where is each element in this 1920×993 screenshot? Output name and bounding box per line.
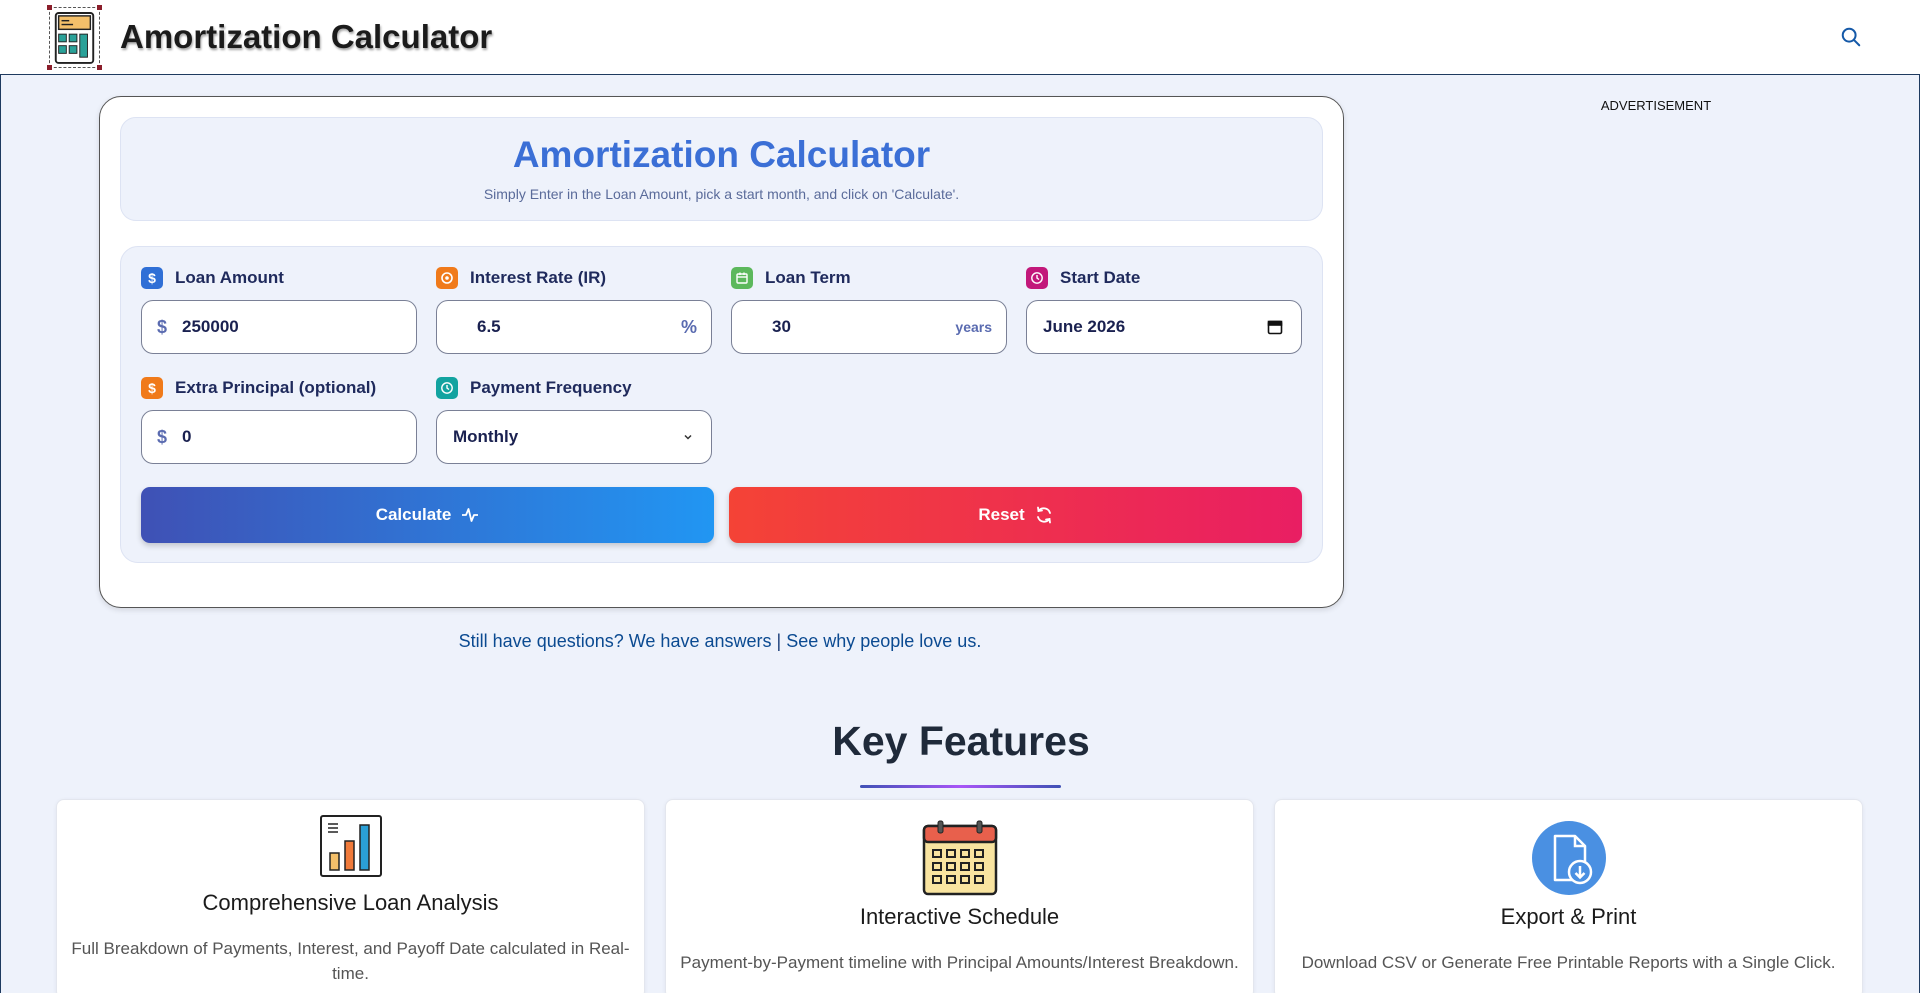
start-date-input[interactable]: June 2026 xyxy=(1026,300,1302,354)
extra-principal-value: 0 xyxy=(182,427,192,446)
percent-circle-icon xyxy=(436,267,458,289)
reset-button[interactable]: Reset xyxy=(729,487,1302,543)
feature-description: Payment-by-Payment timeline with Princip… xyxy=(680,953,1239,972)
questions-links: Still have questions? We have answers | … xyxy=(1,631,1439,652)
chevron-down-icon xyxy=(684,434,692,440)
bar-chart-icon xyxy=(319,815,382,877)
faq-link[interactable]: Still have questions? We have answers xyxy=(459,631,772,651)
calculator-logo-icon[interactable] xyxy=(47,5,102,70)
refresh-icon xyxy=(1036,506,1051,524)
feature-title: Comprehensive Loan Analysis xyxy=(202,890,499,915)
activity-icon xyxy=(462,508,479,522)
dollar-icon: $ xyxy=(141,267,163,289)
calculate-button[interactable]: Calculate xyxy=(141,487,714,543)
testimonials-link[interactable]: See why people love us. xyxy=(786,631,981,651)
feature-card-interactive-schedule: Interactive Schedule Payment-by-Payment … xyxy=(665,799,1254,993)
extra-principal-label: $ Extra Principal (optional) xyxy=(141,377,417,399)
advertisement-label: ADVERTISEMENT xyxy=(1600,98,1712,113)
feature-description: Full Breakdown of Payments, Interest, an… xyxy=(71,939,630,983)
interest-rate-input[interactable]: 6.5 % xyxy=(436,300,712,354)
payment-frequency-value: Monthly xyxy=(453,427,519,446)
calendar-icon xyxy=(922,820,997,896)
interest-rate-value: 6.5 xyxy=(477,317,501,336)
extra-principal-field: $ Extra Principal (optional) $ 0 xyxy=(141,377,417,464)
loan-term-input[interactable]: 30 years xyxy=(731,300,1007,354)
key-features-title: Key Features xyxy=(832,718,1090,764)
start-date-field: Start Date June 2026 xyxy=(1026,267,1302,354)
site-title[interactable]: Amortization Calculator xyxy=(120,18,492,56)
loan-amount-label: $ Loan Amount xyxy=(141,267,417,289)
payment-frequency-select[interactable]: Monthly xyxy=(436,410,712,464)
clock-icon xyxy=(436,377,458,399)
feature-description: Download CSV or Generate Free Printable … xyxy=(1301,953,1836,972)
loan-amount-input[interactable]: $ 250000 xyxy=(141,300,417,354)
loan-term-label: Loan Term xyxy=(731,267,1007,289)
title-underline xyxy=(860,785,1061,788)
start-date-value: June 2026 xyxy=(1043,317,1126,336)
loan-amount-field: $ Loan Amount $ 250000 xyxy=(141,267,417,354)
interest-rate-field: Interest Rate (IR) 6.5 % xyxy=(436,267,712,354)
feature-card-loan-analysis: Comprehensive Loan Analysis Full Breakdo… xyxy=(56,799,645,993)
payment-frequency-label: Payment Frequency xyxy=(436,377,712,399)
percent-suffix: % xyxy=(680,316,697,337)
interest-rate-label: Interest Rate (IR) xyxy=(436,267,712,289)
site-header: Amortization Calculator xyxy=(0,0,1920,75)
loan-term-value: 30 xyxy=(772,317,791,336)
start-date-label: Start Date xyxy=(1026,267,1302,289)
calculator-card: Amortization Calculator Simply Enter in … xyxy=(99,96,1344,608)
link-separator: | xyxy=(771,631,787,651)
calculator-subtitle: Simply Enter in the Loan Amount, pick a … xyxy=(483,186,960,202)
calculator-form: $ Loan Amount $ 250000 Interest Rate (IR… xyxy=(120,246,1323,563)
file-download-icon xyxy=(1531,821,1606,895)
feature-card-export-print: Export & Print Download CSV or Generate … xyxy=(1274,799,1863,993)
years-suffix: years xyxy=(955,319,992,335)
calendar-icon xyxy=(731,267,753,289)
loan-term-field: Loan Term 30 years xyxy=(731,267,1007,354)
calculator-title: Amortization Calculator xyxy=(512,134,931,175)
currency-prefix: $ xyxy=(157,316,168,337)
loan-amount-value: 250000 xyxy=(182,317,239,336)
calendar-picker-icon[interactable] xyxy=(1267,319,1283,335)
feature-title: Export & Print xyxy=(1500,904,1637,929)
currency-prefix: $ xyxy=(157,426,168,447)
extra-principal-input[interactable]: $ 0 xyxy=(141,410,417,464)
calculator-header: Amortization Calculator Simply Enter in … xyxy=(120,117,1323,221)
feature-title: Interactive Schedule xyxy=(859,904,1060,929)
search-icon[interactable] xyxy=(1840,26,1862,48)
clock-icon xyxy=(1026,267,1048,289)
payment-frequency-field: Payment Frequency Monthly xyxy=(436,377,712,464)
dollar-icon: $ xyxy=(141,377,163,399)
